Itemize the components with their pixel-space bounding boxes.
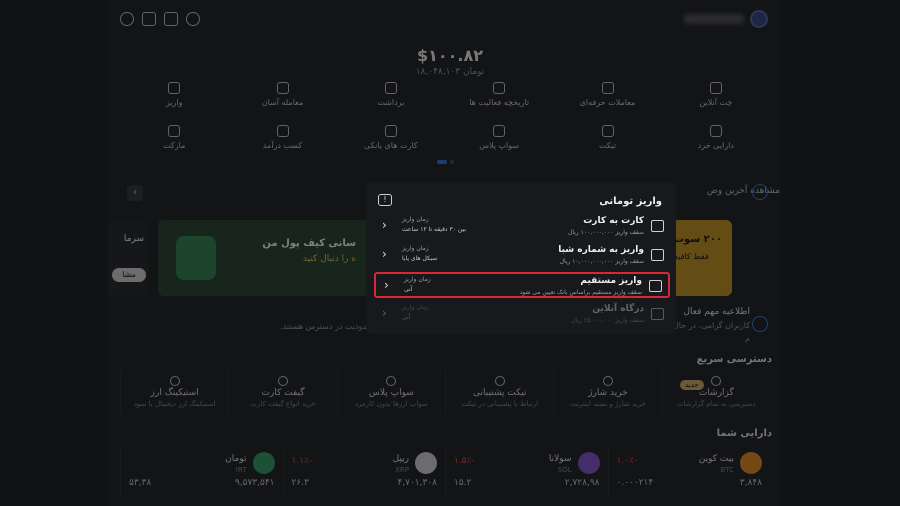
bank-icon	[651, 249, 664, 261]
modal-title: واریز تومانی	[599, 196, 662, 207]
chevron-left-icon: ‹	[382, 247, 387, 261]
chevron-left-icon: ‹	[384, 278, 389, 292]
chevron-left-icon: ‹	[382, 306, 387, 320]
close-icon[interactable]: !	[378, 194, 392, 206]
chevron-left-icon: ‹	[382, 218, 387, 232]
option-card-to-card[interactable]: کارت به کارت سقف واریز ۱۰۰,۰۰۰,۰۰۰ ریال …	[374, 214, 670, 240]
option-online-gateway[interactable]: درگاه آنلاین سقف واریز ۲۵,۰۰۰,۰۰۰ ریال ز…	[374, 302, 670, 328]
card-transfer-icon	[651, 220, 664, 232]
option-direct-deposit[interactable]: واریز مستقیم سقف واریز مستقیم براساس بان…	[374, 272, 670, 298]
direct-deposit-icon	[649, 280, 662, 292]
toman-deposit-modal: واریز تومانی ! کارت به کارت سقف واریز ۱۰…	[366, 182, 676, 334]
card-icon	[651, 308, 664, 320]
option-sheba[interactable]: واریز به شماره شبا سقف واریز ۱۰,۰۰۰,۰۰۰,…	[374, 243, 670, 269]
